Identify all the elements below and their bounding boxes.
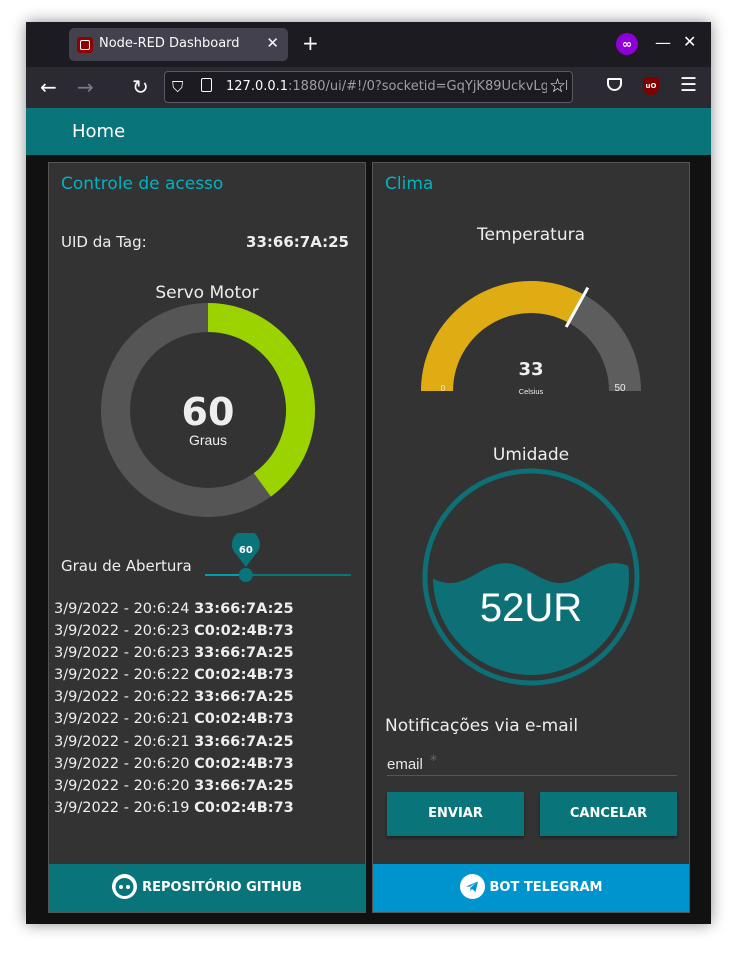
- slider-value: 60: [239, 545, 253, 556]
- log-uid: 33:66:7A:25: [194, 689, 294, 706]
- slider-thumb[interactable]: [238, 568, 253, 582]
- tab-bar: Node-RED Dashboard ✕ + ∞ — ✕: [26, 22, 711, 67]
- uid-value: 33:66:7A:25: [246, 233, 349, 251]
- climate-card: Clima Temperatura 33 Celsius 0 50 Umidad…: [372, 162, 690, 913]
- log-entry: 3/9/2022 - 20:6:21 C0:02:4B:73: [54, 708, 294, 730]
- telegram-button-label: BOT TELEGRAM: [489, 880, 603, 895]
- log-uid: C0:02:4B:73: [194, 623, 294, 640]
- log-time: 3/9/2022 - 20:6:20: [54, 777, 190, 794]
- browser-window: Node-RED Dashboard ✕ + ∞ — ✕ ← → ↻ ⛉ 127…: [26, 22, 711, 924]
- url-text[interactable]: 127.0.0.1:1880/ui/#!/0?socketid=GqYjK89U…: [226, 79, 568, 94]
- log-uid: 33:66:7A:25: [194, 777, 294, 794]
- temperature-units: Celsius: [519, 387, 544, 396]
- star-icon[interactable]: ☆: [546, 75, 566, 97]
- email-title: Notificações via e-mail: [385, 716, 579, 736]
- humidity-liquid-gauge: 52UR: [422, 468, 640, 686]
- navigation-bar: ← → ↻ ⛉ 127.0.0.1:1880/ui/#!/0?socketid=…: [26, 67, 711, 108]
- log-entry: 3/9/2022 - 20:6:20 C0:02:4B:73: [54, 753, 294, 775]
- log-uid: C0:02:4B:73: [194, 711, 294, 728]
- required-mark: *: [430, 753, 437, 769]
- tab-node-red[interactable]: Node-RED Dashboard ✕: [69, 28, 288, 61]
- card-title: Controle de acesso: [61, 174, 224, 194]
- slider-label: Grau de Abertura: [61, 557, 192, 575]
- log-uid: 33:66:7A:25: [194, 733, 294, 750]
- forward-arrow-icon[interactable]: →: [77, 75, 94, 99]
- log-time: 3/9/2022 - 20:6:20: [54, 755, 190, 772]
- log-uid: C0:02:4B:73: [194, 755, 294, 772]
- servo-value: 60: [182, 390, 235, 434]
- log-entry: 3/9/2022 - 20:6:21 33:66:7A:25: [54, 731, 294, 753]
- servo-title: Servo Motor: [155, 283, 259, 303]
- new-tab-button[interactable]: +: [302, 31, 319, 55]
- tab-title: Node-RED Dashboard: [99, 36, 240, 51]
- log-uid: 33:66:7A:25: [194, 645, 294, 662]
- log-uid: C0:02:4B:73: [194, 667, 294, 684]
- uid-label: UID da Tag:: [61, 233, 147, 251]
- log-time: 3/9/2022 - 20:6:24: [54, 601, 190, 617]
- dashboard-content: Controle de acesso UID da Tag: 33:66:7A:…: [26, 155, 711, 924]
- log-time: 3/9/2022 - 20:6:19: [54, 799, 190, 816]
- temperature-gauge: 33 Celsius 0 50: [421, 281, 641, 396]
- page-title: Home: [72, 121, 126, 142]
- log-time: 3/9/2022 - 20:6:22: [54, 689, 190, 706]
- back-arrow-icon[interactable]: ←: [40, 75, 57, 99]
- pocket-icon[interactable]: [607, 78, 622, 91]
- log-uid: 33:66:7A:25: [194, 601, 294, 617]
- reload-icon[interactable]: ↻: [132, 75, 149, 99]
- send-button[interactable]: ENVIAR: [387, 792, 524, 836]
- log-entry: 3/9/2022 - 20:6:20 33:66:7A:25: [54, 775, 294, 797]
- page-icon[interactable]: [201, 78, 212, 92]
- private-browsing-icon: ∞: [616, 33, 638, 55]
- node-red-favicon-icon: [77, 37, 93, 53]
- close-window-icon[interactable]: ✕: [683, 32, 696, 51]
- log-time: 3/9/2022 - 20:6:22: [54, 667, 190, 684]
- temperature-fill: [421, 281, 584, 391]
- temperature-title: Temperatura: [476, 225, 586, 245]
- log-entry: 3/9/2022 - 20:6:22 33:66:7A:25: [54, 686, 294, 708]
- url-bar[interactable]: ⛉ 127.0.0.1:1880/ui/#!/0?socketid=GqYjK8…: [164, 71, 573, 103]
- temperature-max: 50: [614, 383, 626, 394]
- telegram-icon: [459, 874, 485, 899]
- minimize-window-icon[interactable]: —: [655, 33, 671, 52]
- log-entry: 3/9/2022 - 20:6:22 C0:02:4B:73: [54, 664, 294, 686]
- log-entry: 3/9/2022 - 20:6:24 33:66:7A:25: [54, 598, 294, 620]
- log-uid: C0:02:4B:73: [194, 799, 294, 816]
- shield-icon[interactable]: ⛉: [172, 78, 183, 96]
- opening-slider[interactable]: 60: [203, 533, 363, 603]
- log-entry: 3/9/2022 - 20:6:23 33:66:7A:25: [54, 642, 294, 664]
- log-time: 3/9/2022 - 20:6:21: [54, 711, 190, 728]
- log-entry: 3/9/2022 - 20:6:19 C0:02:4B:73: [54, 797, 294, 819]
- github-repo-button[interactable]: REPOSITÓRIO GITHUB: [49, 864, 365, 912]
- access-control-card: Controle de acesso UID da Tag: 33:66:7A:…: [48, 162, 366, 913]
- servo-donut-gauge: 60 Graus: [101, 303, 315, 517]
- cancel-button[interactable]: CANCELAR: [540, 792, 677, 836]
- telegram-bot-button[interactable]: BOT TELEGRAM: [373, 864, 689, 912]
- close-tab-icon[interactable]: ✕: [266, 34, 279, 52]
- access-log-list: 3/9/2022 - 20:6:24 33:66:7A:25 3/9/2022 -…: [54, 598, 294, 819]
- humidity-value: 52UR: [480, 586, 582, 630]
- log-time: 3/9/2022 - 20:6:21: [54, 733, 190, 750]
- temperature-value: 33: [518, 359, 543, 380]
- temperature-min: 0: [441, 384, 446, 393]
- dashboard-header: Home: [26, 108, 711, 155]
- servo-units: Graus: [189, 432, 227, 448]
- log-time: 3/9/2022 - 20:6:23: [54, 623, 190, 640]
- log-time: 3/9/2022 - 20:6:23: [54, 645, 190, 662]
- log-entry: 3/9/2022 - 20:6:23 C0:02:4B:73: [54, 620, 294, 642]
- hamburger-menu-icon[interactable]: ☰: [680, 74, 697, 96]
- github-button-label: REPOSITÓRIO GITHUB: [142, 880, 302, 895]
- ublock-icon[interactable]: uO: [643, 77, 659, 95]
- card-title: Clima: [385, 174, 434, 194]
- github-icon: [112, 874, 138, 899]
